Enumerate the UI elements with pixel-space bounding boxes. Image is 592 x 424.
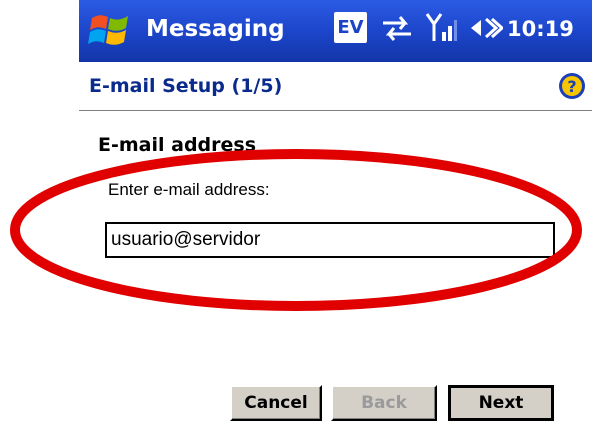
pocketpc-screen: Messaging EV 10:19 E-mail Setup (1/5) ? … bbox=[0, 0, 592, 424]
ev-network-icon[interactable]: EV bbox=[334, 12, 367, 43]
page-header: E-mail Setup (1/5) ? bbox=[79, 62, 592, 111]
email-address-input[interactable] bbox=[105, 222, 555, 258]
section-heading: E-mail address bbox=[98, 134, 257, 156]
cancel-button[interactable]: Cancel bbox=[230, 385, 322, 421]
back-button[interactable]: Back bbox=[331, 385, 437, 421]
signal-strength-icon[interactable] bbox=[425, 10, 457, 44]
volume-icon[interactable] bbox=[469, 14, 503, 42]
clock[interactable]: 10:19 bbox=[507, 14, 574, 44]
sync-arrows-icon[interactable] bbox=[381, 14, 413, 42]
app-title: Messaging bbox=[146, 16, 285, 42]
help-question-icon[interactable]: ? bbox=[558, 72, 586, 100]
windows-start-icon[interactable] bbox=[88, 10, 132, 50]
svg-text:?: ? bbox=[567, 77, 576, 96]
next-button[interactable]: Next bbox=[448, 385, 554, 421]
email-field-label: Enter e-mail address: bbox=[108, 180, 270, 199]
title-bar: Messaging EV 10:19 bbox=[79, 0, 592, 63]
page-title: E-mail Setup (1/5) bbox=[89, 75, 283, 97]
